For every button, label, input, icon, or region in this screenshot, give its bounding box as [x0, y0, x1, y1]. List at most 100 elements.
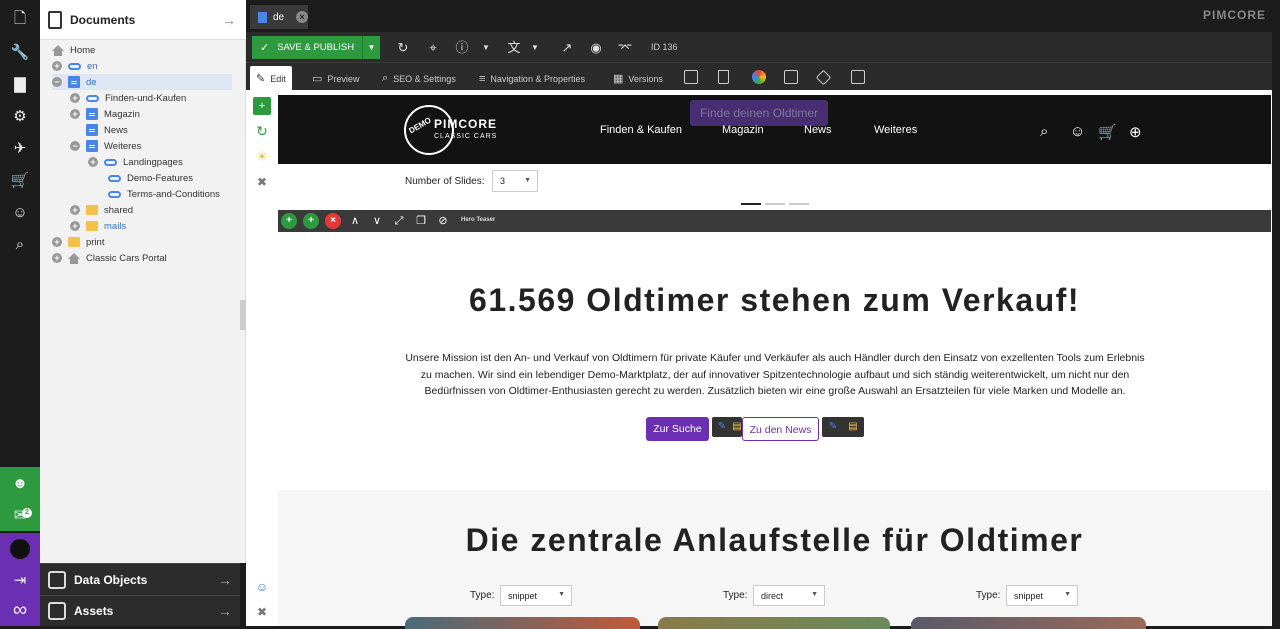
- locate-icon[interactable]: ⌖: [421, 36, 445, 59]
- share-icon[interactable]: ⌤: [613, 36, 637, 59]
- collapse-icon[interactable]: −: [52, 77, 62, 87]
- tree-node-mails[interactable]: + mails: [70, 218, 126, 234]
- tree-node-terms-and-conditions[interactable]: Terms-and-Conditions: [108, 186, 220, 202]
- translate-dropdown-icon[interactable]: ▼: [523, 36, 547, 59]
- bookmark-icon[interactable]: [718, 70, 729, 84]
- news-cta-button[interactable]: Zu den News: [742, 417, 819, 441]
- type-select[interactable]: direct ▼: [753, 585, 825, 606]
- edit-link-icon[interactable]: ✎: [826, 420, 840, 434]
- teaser-card-image[interactable]: [405, 617, 640, 629]
- workflow-icon[interactable]: [851, 70, 865, 84]
- refresh-icon[interactable]: ↻: [253, 122, 271, 140]
- close-icon[interactable]: ×: [296, 11, 308, 23]
- expand-icon[interactable]: +: [70, 221, 80, 231]
- users-icon[interactable]: ☺: [0, 196, 40, 228]
- globe-icon[interactable]: ⊕: [1129, 123, 1142, 141]
- tree-node-shared[interactable]: + shared: [70, 202, 133, 218]
- maintenance-icon[interactable]: ☻: [0, 467, 40, 499]
- tab-de[interactable]: de ×: [250, 5, 308, 29]
- tab-versions[interactable]: ▦ Versions: [607, 66, 669, 91]
- number-of-slides-select[interactable]: 3 ▼: [492, 170, 538, 192]
- rocket-icon[interactable]: ✈: [0, 132, 40, 164]
- remove-icon[interactable]: ×: [325, 213, 341, 229]
- expand-icon[interactable]: +: [52, 253, 62, 263]
- info-icon[interactable]: ⓘ: [450, 36, 474, 59]
- nav-news[interactable]: News: [804, 124, 832, 136]
- notifications-icon[interactable]: ✉ 2: [0, 499, 40, 531]
- expand-icon[interactable]: +: [70, 109, 80, 119]
- arrow-right-icon[interactable]: →: [218, 603, 232, 619]
- tab-seo-settings[interactable]: ⌕ SEO & Settings: [376, 66, 462, 91]
- slide-indicator-active[interactable]: [741, 203, 761, 205]
- info-dropdown-icon[interactable]: ▼: [474, 36, 498, 59]
- pimcore-infinity-icon[interactable]: ∞: [0, 595, 40, 626]
- expand-icon[interactable]: +: [52, 61, 62, 71]
- eye-icon[interactable]: ◉: [584, 36, 608, 59]
- tree-node-news[interactable]: News: [86, 122, 128, 138]
- trash-icon[interactable]: ✖: [253, 603, 271, 621]
- tab-navigation-properties[interactable]: ≡ Navigation & Properties: [473, 66, 591, 91]
- assets-panel[interactable]: Assets →: [40, 595, 240, 626]
- search-icon[interactable]: ⌕: [1040, 123, 1048, 140]
- tree-node-weiteres[interactable]: − Weiteres: [70, 138, 141, 154]
- bar-chart-icon[interactable]: ▇: [0, 68, 40, 100]
- users-icon[interactable]: ☺: [253, 578, 271, 596]
- slide-indicator[interactable]: [789, 203, 809, 205]
- user-avatar-icon[interactable]: [0, 533, 40, 565]
- arrow-right-icon[interactable]: →: [222, 12, 236, 28]
- tree-node-landingpages[interactable]: + Landingpages: [88, 154, 183, 170]
- tree-node-de[interactable]: − de: [52, 74, 232, 90]
- tree-node-home[interactable]: Home: [52, 42, 95, 58]
- collapse-icon[interactable]: −: [70, 141, 80, 151]
- target-groups-icon[interactable]: [752, 70, 766, 84]
- open-folder-icon[interactable]: ▤: [846, 420, 860, 434]
- move-up-icon[interactable]: ∧: [347, 213, 363, 229]
- notes-icon[interactable]: [784, 70, 798, 84]
- open-external-icon[interactable]: ↗: [555, 36, 579, 59]
- type-select[interactable]: snippet ▼: [500, 585, 572, 606]
- cart-icon[interactable]: 🛒: [0, 164, 40, 196]
- add-before-icon[interactable]: +: [281, 213, 297, 229]
- add-block-icon[interactable]: +: [253, 97, 271, 115]
- nav-finden-kaufen[interactable]: Finden & Kaufen: [600, 124, 682, 136]
- schedule-icon[interactable]: [684, 70, 698, 84]
- tree-node-print[interactable]: + print: [52, 234, 104, 250]
- copy-icon[interactable]: ❐: [413, 213, 429, 229]
- logout-icon[interactable]: ⇥: [0, 565, 40, 595]
- expand-icon[interactable]: +: [70, 205, 80, 215]
- data-objects-panel[interactable]: Data Objects →: [40, 563, 240, 595]
- reload-icon[interactable]: ↻: [391, 36, 415, 59]
- save-options-dropdown[interactable]: ▼: [362, 36, 380, 59]
- lightbulb-icon[interactable]: ☀: [253, 148, 271, 166]
- tree-node-en[interactable]: + en: [52, 58, 98, 74]
- open-folder-icon[interactable]: ▤: [732, 420, 742, 434]
- nav-magazin[interactable]: Magazin: [722, 124, 764, 136]
- tree-node-finden-und-kaufen[interactable]: + Finden-und-Kaufen: [70, 90, 186, 106]
- search-icon[interactable]: ⌕: [0, 228, 40, 260]
- cart-icon[interactable]: 🛒: [1098, 123, 1117, 141]
- tree-node-demo-features[interactable]: Demo-Features: [108, 170, 193, 186]
- tab-preview[interactable]: ▭ Preview: [306, 66, 365, 91]
- expand-icon[interactable]: +: [70, 93, 80, 103]
- expand-icon[interactable]: +: [52, 237, 62, 247]
- tab-edit[interactable]: ✎ Edit: [250, 66, 292, 91]
- slide-indicator[interactable]: [765, 203, 785, 205]
- teaser-card-image[interactable]: [911, 617, 1146, 629]
- gear-icon[interactable]: ⚙: [0, 100, 40, 132]
- search-cta-button[interactable]: Zur Suche: [646, 417, 709, 441]
- hide-icon[interactable]: ⊘: [435, 213, 451, 229]
- tag-icon[interactable]: [815, 69, 832, 86]
- fullscreen-icon[interactable]: ⤢: [391, 213, 407, 229]
- file-icon[interactable]: 🗋: [0, 4, 40, 36]
- edit-link-icon[interactable]: ✎: [715, 420, 729, 434]
- expand-icon[interactable]: +: [88, 157, 98, 167]
- trash-icon[interactable]: ✖: [253, 173, 271, 191]
- tree-node-magazin[interactable]: + Magazin: [70, 106, 140, 122]
- user-icon[interactable]: ☺: [1070, 123, 1085, 140]
- save-publish-button[interactable]: ✓ SAVE & PUBLISH: [252, 36, 362, 59]
- teaser-card-image[interactable]: [658, 617, 890, 629]
- tree-node-classic-cars-portal[interactable]: + Classic Cars Portal: [52, 250, 167, 266]
- add-after-icon[interactable]: +: [303, 213, 319, 229]
- nav-weiteres[interactable]: Weiteres: [874, 124, 917, 136]
- arrow-right-icon[interactable]: →: [218, 572, 232, 588]
